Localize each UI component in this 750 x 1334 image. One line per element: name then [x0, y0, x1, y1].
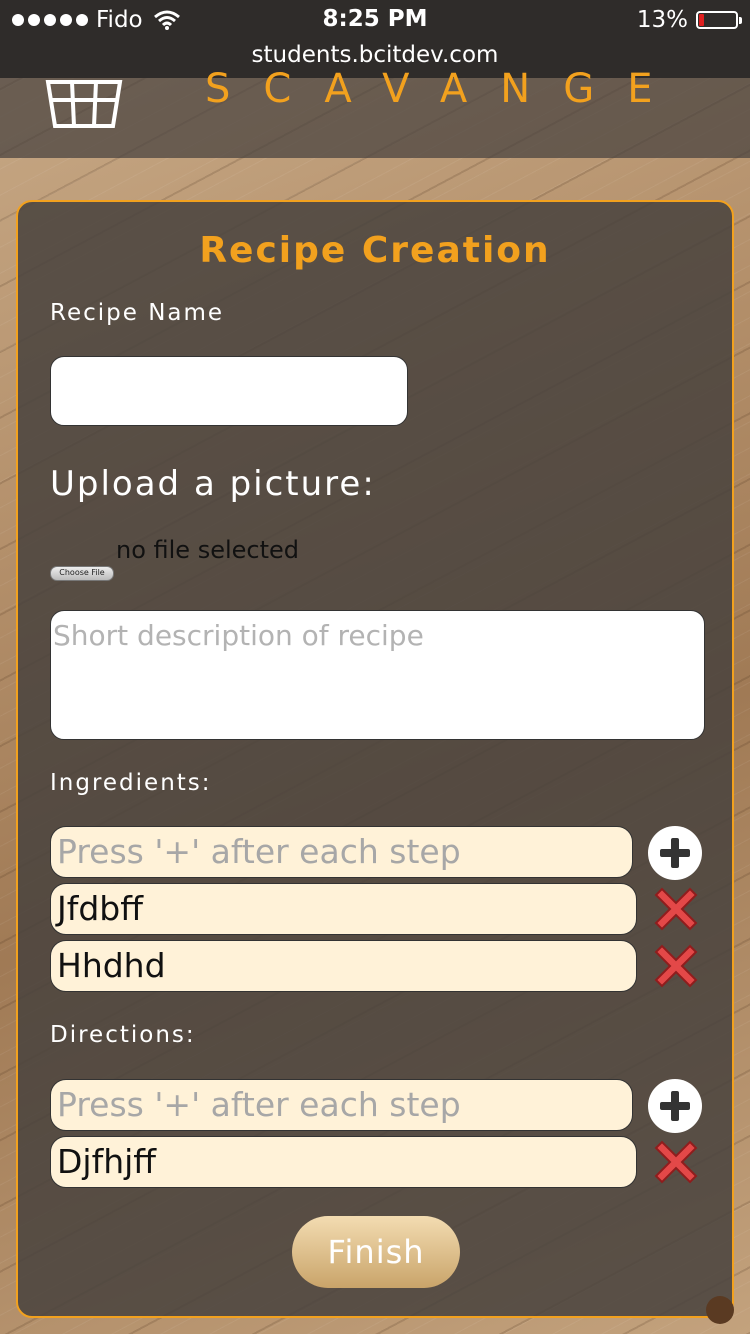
direction-input[interactable]: Press '+' after each step — [50, 1079, 633, 1131]
brand-title[interactable]: SCAVANGE — [205, 66, 685, 112]
choose-file-button[interactable]: Choose File — [50, 566, 114, 581]
background-decoration — [706, 1296, 734, 1324]
delete-ingredient-icon[interactable] — [650, 940, 702, 992]
description-textarea[interactable]: Short description of recipe — [50, 610, 705, 740]
directions-label: Directions: — [50, 1022, 196, 1048]
add-ingredient-button[interactable] — [648, 826, 702, 880]
battery-icon — [696, 11, 742, 29]
delete-direction-icon[interactable] — [650, 1136, 702, 1188]
description-placeholder: Short description of recipe — [53, 619, 424, 652]
upload-label: Upload a picture: — [50, 464, 376, 504]
ingredient-item[interactable]: Jfdbff — [50, 883, 637, 935]
plus-icon — [660, 838, 690, 868]
add-direction-button[interactable] — [648, 1079, 702, 1133]
recipe-form-panel: Recipe Creation Recipe Name Upload a pic… — [16, 200, 734, 1318]
basket-icon[interactable] — [45, 78, 123, 130]
app-header: SCAVANGE — [0, 66, 750, 158]
battery-percent: 13% — [636, 7, 688, 33]
battery-group: 13% — [636, 7, 742, 33]
direction-item[interactable]: Djfhjff — [50, 1136, 637, 1188]
ingredient-input[interactable]: Press '+' after each step — [50, 826, 633, 878]
recipe-name-label: Recipe Name — [50, 300, 225, 326]
finish-button[interactable]: Finish — [292, 1216, 460, 1288]
status-bar: Fido 8:25 PM 13% — [0, 0, 750, 40]
battery-level — [699, 14, 704, 26]
delete-ingredient-icon[interactable] — [650, 883, 702, 935]
plus-icon — [660, 1091, 690, 1121]
recipe-name-input[interactable] — [50, 356, 408, 426]
page-title: Recipe Creation — [199, 230, 551, 271]
ingredient-item[interactable]: Hhdhd — [50, 940, 637, 992]
file-status: no file selected — [116, 536, 300, 564]
ingredients-label: Ingredients: — [50, 770, 212, 796]
